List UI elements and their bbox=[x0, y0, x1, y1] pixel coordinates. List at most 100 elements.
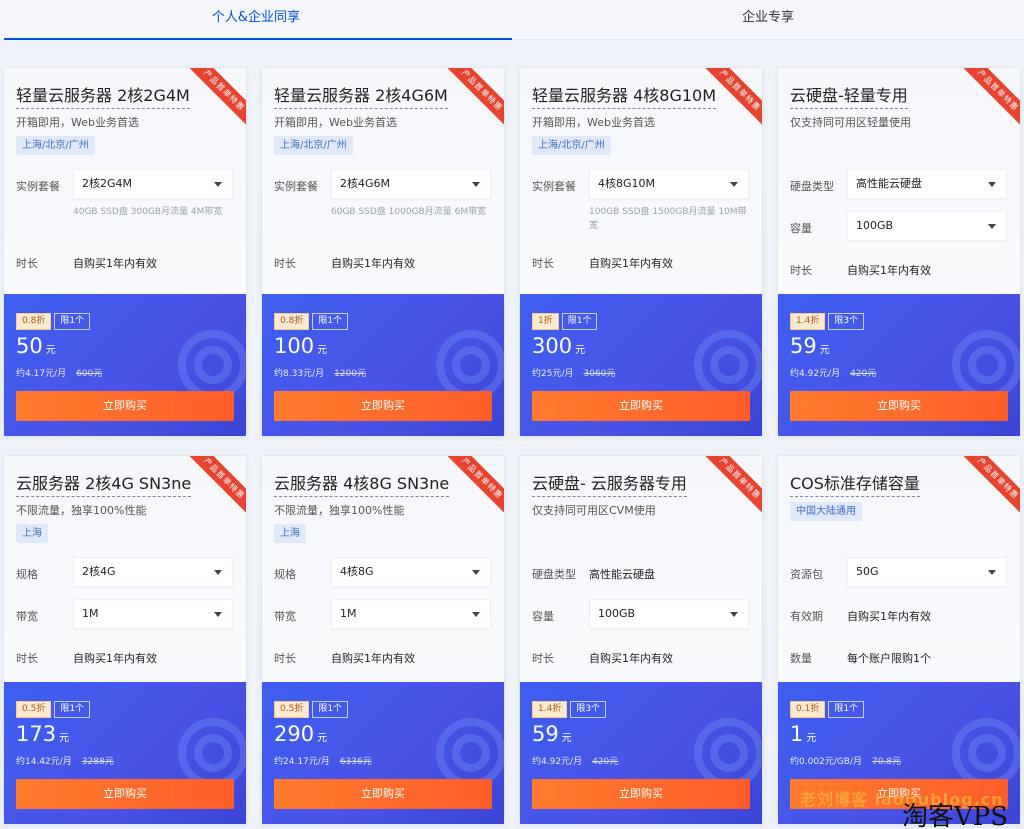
monthly-price: 约25元/月 bbox=[532, 369, 574, 379]
price-detail: 约4.92元/月 420元 bbox=[532, 754, 618, 767]
field-value: 自购买1年内有效 bbox=[73, 652, 157, 665]
price: 59 元 bbox=[532, 722, 572, 746]
price-unit: 元 bbox=[45, 345, 56, 356]
product-tabs: 个人&企业同享 企业专享 bbox=[0, 0, 1024, 40]
product-card: 产品首单特惠 云服务器 4核8G SN3ne 不限流量，独享100%性能 上海 规格 4… bbox=[261, 455, 505, 825]
field-label: 数量 bbox=[790, 652, 812, 665]
chevron-down-icon bbox=[472, 570, 480, 575]
price-value: 50 bbox=[16, 334, 43, 358]
original-price: 420元 bbox=[850, 369, 877, 379]
field-label: 时长 bbox=[532, 652, 554, 665]
product-title[interactable]: 轻量云服务器 2核2G4M bbox=[16, 82, 190, 109]
product-title[interactable]: 轻量云服务器 4核8G10M bbox=[532, 82, 717, 109]
price-panel: 0.5折 限1个 290 元 约24.17元/月 6336元 立即购买 bbox=[262, 682, 504, 824]
option-select[interactable]: 1M bbox=[73, 599, 233, 629]
field-label: 时长 bbox=[16, 257, 38, 270]
buy-now-button[interactable]: 立即购买 bbox=[532, 779, 750, 809]
field-label: 硬盘类型 bbox=[790, 180, 834, 193]
monthly-price: 约0.002元/GB/月 bbox=[790, 757, 862, 767]
price-panel: 0.8折 限1个 100 元 约8.33元/月 1200元 立即购买 bbox=[262, 294, 504, 436]
product-subtitle: 不限流量，独享100%性能 bbox=[16, 504, 147, 517]
price: 290 元 bbox=[274, 722, 327, 746]
option-select[interactable]: 高性能云硬盘 bbox=[847, 169, 1007, 199]
option-select[interactable]: 100GB bbox=[847, 211, 1007, 241]
product-card: 产品首单特惠 云硬盘-轻量专用 仅支持同可用区轻量使用 硬盘类型 高性能云硬盘 容量 … bbox=[777, 67, 1021, 437]
chevron-down-icon bbox=[472, 612, 480, 617]
price: 50 元 bbox=[16, 334, 56, 358]
field-label: 实例套餐 bbox=[274, 180, 318, 193]
product-title[interactable]: 云服务器 2核4G SN3ne bbox=[16, 470, 192, 497]
field-value: 自购买1年内有效 bbox=[73, 257, 157, 270]
option-select[interactable]: 50G bbox=[847, 557, 1007, 587]
price-unit: 元 bbox=[806, 733, 817, 744]
buy-now-button[interactable]: 立即购买 bbox=[274, 779, 492, 809]
limit-badge: 限1个 bbox=[561, 313, 598, 330]
price-value: 173 bbox=[16, 722, 57, 746]
product-title[interactable]: 云硬盘-轻量专用 bbox=[790, 82, 908, 109]
monthly-price: 约4.92元/月 bbox=[532, 757, 583, 767]
field-label: 容量 bbox=[532, 610, 554, 623]
product-title[interactable]: COS标准存储容量 bbox=[790, 470, 920, 497]
product-title[interactable]: 云服务器 4核8G SN3ne bbox=[274, 470, 450, 497]
tab-enterprise-only[interactable]: 企业专享 bbox=[512, 0, 1024, 40]
product-card: 产品首单特惠 轻量云服务器 2核2G4M 开箱即用，Web业务首选 上海/北京/广州实… bbox=[3, 67, 247, 437]
buy-now-button[interactable]: 立即购买 bbox=[790, 391, 1008, 421]
price-value: 59 bbox=[790, 334, 817, 358]
chevron-down-icon bbox=[730, 612, 738, 617]
price-unit: 元 bbox=[59, 733, 70, 744]
option-select[interactable]: 4核8G bbox=[331, 557, 491, 587]
product-card: 产品首单特惠 云服务器 2核4G SN3ne 不限流量，独享100%性能 上海 规格 2… bbox=[3, 455, 247, 825]
limit-badge: 限1个 bbox=[312, 313, 349, 330]
spec-description: 60GB SSD盘 1000GB月流量 6M带宽 bbox=[331, 207, 487, 217]
price-value: 300 bbox=[532, 334, 573, 358]
field-value: 自购买1年内有效 bbox=[847, 264, 931, 277]
price-unit: 元 bbox=[819, 345, 830, 356]
option-select[interactable]: 2核4G6M bbox=[331, 169, 491, 199]
price-value: 290 bbox=[274, 722, 315, 746]
option-select[interactable]: 100GB bbox=[589, 599, 749, 629]
price-detail: 约24.17元/月 6336元 bbox=[274, 754, 372, 767]
product-card: 产品首单特惠 轻量云服务器 2核4G6M 开箱即用，Web业务首选 上海/北京/广州实… bbox=[261, 67, 505, 437]
price-detail: 约8.33元/月 1200元 bbox=[274, 366, 366, 379]
product-title[interactable]: 云硬盘- 云服务器专用 bbox=[532, 470, 687, 497]
chevron-down-icon bbox=[214, 182, 222, 187]
tab-personal-enterprise[interactable]: 个人&企业同享 bbox=[0, 0, 512, 40]
field-value: 高性能云硬盘 bbox=[589, 568, 655, 581]
option-select[interactable]: 2核4G bbox=[73, 557, 233, 587]
chevron-down-icon bbox=[214, 612, 222, 617]
price: 1元 bbox=[790, 722, 816, 746]
buy-now-button[interactable]: 立即购买 bbox=[16, 391, 234, 421]
field-value: 自购买1年内有效 bbox=[331, 652, 415, 665]
buy-now-button[interactable]: 立即购买 bbox=[16, 779, 234, 809]
monthly-price: 约14.42元/月 bbox=[16, 757, 72, 767]
option-select[interactable]: 1M bbox=[331, 599, 491, 629]
buy-now-button[interactable]: 立即购买 bbox=[274, 391, 492, 421]
option-select[interactable]: 4核8G10M bbox=[589, 169, 749, 199]
field-label: 带宽 bbox=[16, 610, 38, 623]
field-label: 规格 bbox=[16, 568, 38, 581]
region-tag: 上海/北京/广州 bbox=[532, 136, 611, 155]
promo-ribbon: 产品首单特惠 bbox=[700, 456, 762, 519]
select-value: 100GB bbox=[856, 219, 894, 232]
select-value: 4核8G bbox=[340, 565, 374, 578]
select-value: 2核2G4M bbox=[82, 177, 133, 190]
price-value: 59 bbox=[532, 722, 559, 746]
product-title[interactable]: 轻量云服务器 2核4G6M bbox=[274, 82, 448, 109]
monthly-price: 约4.17元/月 bbox=[16, 369, 67, 379]
product-subtitle: 开箱即用，Web业务首选 bbox=[532, 116, 655, 129]
select-value: 50G bbox=[856, 565, 879, 578]
field-value: 自购买1年内有效 bbox=[331, 257, 415, 270]
region-tag: 上海 bbox=[274, 524, 306, 543]
limit-badge: 限1个 bbox=[54, 701, 91, 718]
option-select[interactable]: 2核2G4M bbox=[73, 169, 233, 199]
product-subtitle: 仅支持同可用区轻量使用 bbox=[790, 116, 911, 129]
original-price: 420元 bbox=[592, 757, 619, 767]
product-subtitle: 不限流量，独享100%性能 bbox=[274, 504, 405, 517]
field-label: 带宽 bbox=[274, 610, 296, 623]
limit-badge: 限3个 bbox=[828, 313, 865, 330]
product-subtitle: 仅支持同可用区CVM使用 bbox=[532, 504, 656, 517]
field-value: 自购买1年内有效 bbox=[589, 257, 673, 270]
product-subtitle: 开箱即用，Web业务首选 bbox=[16, 116, 139, 129]
price-panel: 1折 限1个 300 元 约25元/月 3060元 立即购买 bbox=[520, 294, 762, 436]
buy-now-button[interactable]: 立即购买 bbox=[532, 391, 750, 421]
